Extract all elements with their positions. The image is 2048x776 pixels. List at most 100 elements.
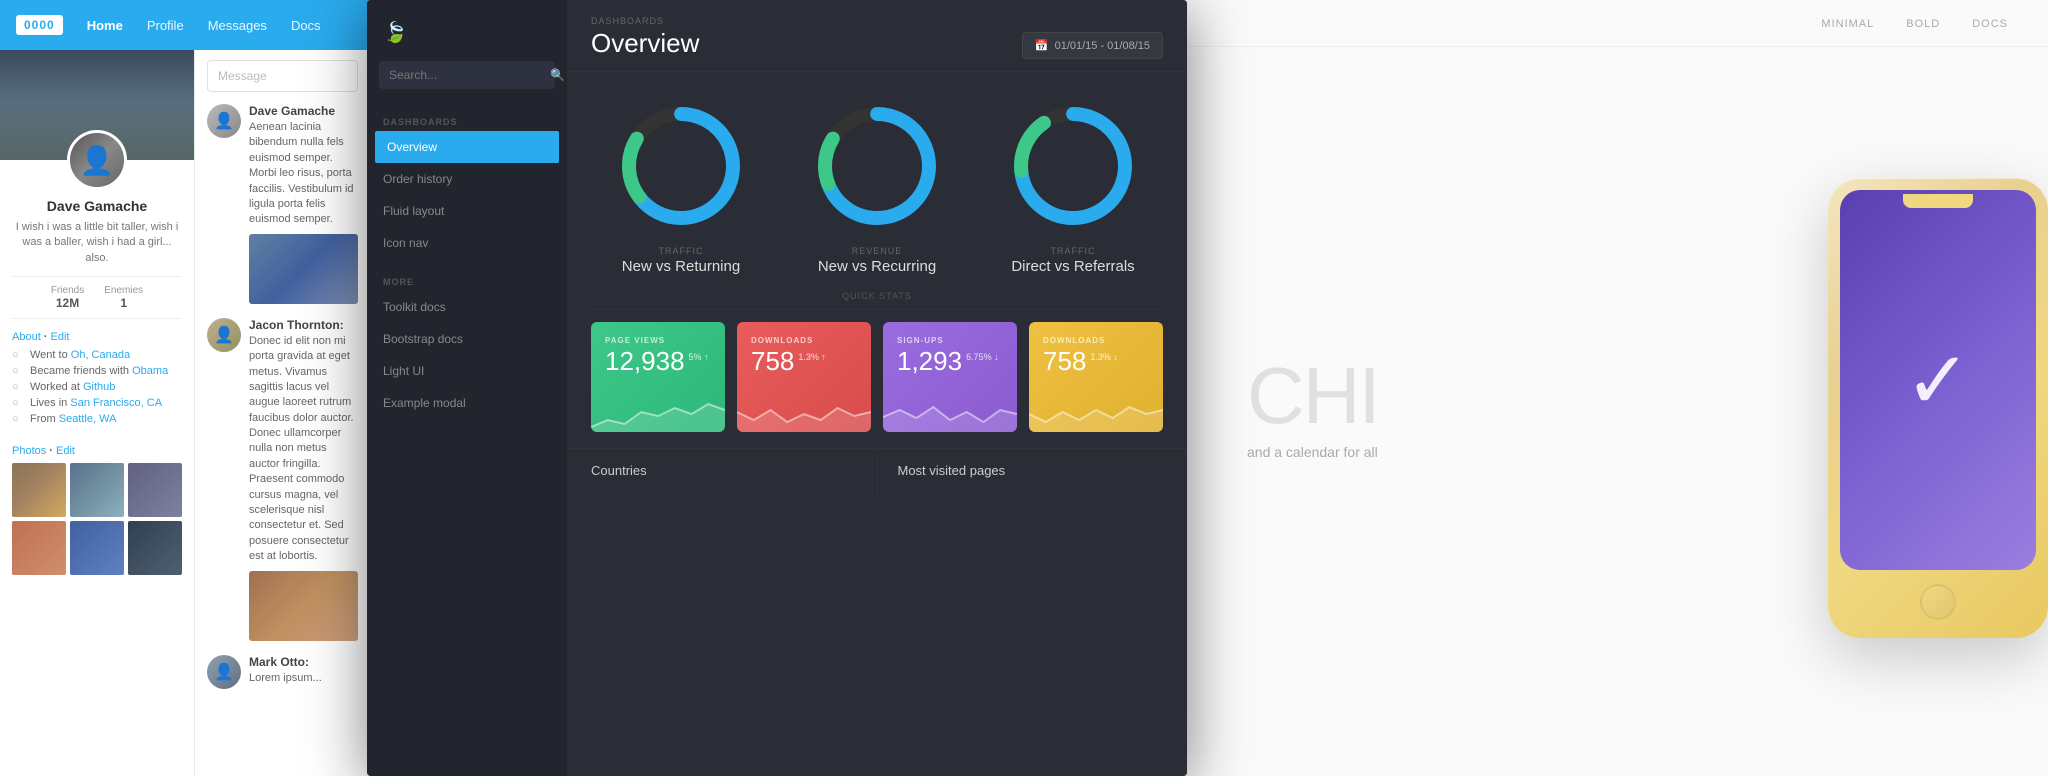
feed-text-jacon: Donec id elit non mi porta gravida at eg… — [249, 334, 358, 565]
date-range-button[interactable]: 📅 01/01/15 - 01/08/15 — [1022, 32, 1163, 59]
photo-3[interactable] — [128, 463, 182, 517]
left-panel: 0000 Home Profile Messages Docs 👤 Dave G… — [0, 0, 370, 776]
search-icon: 🔍 — [550, 68, 565, 82]
nav-bootstrap-docs[interactable]: Bootstrap docs — [367, 323, 567, 355]
nav-icon-nav[interactable]: Icon nav — [367, 227, 567, 259]
feed-avatar-mark: 👤 — [207, 655, 241, 689]
photos-grid — [12, 463, 182, 575]
nav-docs[interactable]: DOCS — [1972, 18, 2008, 30]
feed-image-jacon — [249, 571, 358, 641]
breadcrumb: DASHBOARDS — [591, 16, 699, 26]
nav-order-history[interactable]: Order history — [367, 163, 567, 195]
downloads-red-label: DOWNLOADS — [751, 336, 857, 345]
search-input[interactable] — [389, 68, 544, 82]
nav-minimal[interactable]: MINIMAL — [1821, 18, 1874, 30]
map-icon: ○ — [12, 413, 24, 425]
nav-section-title-dashboards: DASHBOARDS — [367, 111, 567, 131]
nav-docs[interactable]: Docs — [291, 18, 321, 33]
feed-name-mark: Mark Otto: — [249, 655, 358, 669]
stat-card-page-views: PAGE VIEWS 12,9385% ↑ — [591, 322, 725, 432]
about-item-github: ○ Worked at Github — [12, 381, 182, 393]
phone-mockup: ✓ — [1788, 178, 2048, 678]
nav-bold[interactable]: BOLD — [1906, 18, 1940, 30]
friends-label: Friends — [51, 285, 84, 296]
photos-edit[interactable]: Edit — [56, 445, 75, 457]
nav-section-more: MORE Toolkit docs Bootstrap docs Light U… — [367, 265, 567, 425]
nav-profile[interactable]: Profile — [147, 18, 184, 33]
feed-content-jacon: Jacon Thornton: Donec id elit non mi por… — [249, 318, 358, 641]
charts-row: Traffic New vs Returning Revenue New vs … — [567, 72, 1187, 291]
stat-card-signups: SIGN-UPS 1,2936.75% ↓ — [883, 322, 1017, 432]
phone-home-button[interactable] — [1920, 584, 1956, 620]
countries-title: Countries — [591, 463, 857, 478]
nav-messages[interactable]: Messages — [208, 18, 267, 33]
leaf-icon: 🍃 — [383, 20, 408, 45]
left-nav: 0000 Home Profile Messages Docs — [0, 0, 370, 50]
profile-feed: Message 👤 Dave Gamache Aenean lacinia bi… — [195, 50, 370, 776]
signups-change: 6.75% ↓ — [966, 352, 999, 362]
countries-section: Countries — [591, 449, 857, 500]
right-nav: MINIMAL BOLD DOCS — [1187, 0, 2048, 47]
profile-left: 👤 Dave Gamache I wish i was a little bit… — [0, 50, 195, 776]
enemies-stat: Enemies 1 — [104, 285, 143, 310]
phone-screen: ✓ — [1840, 190, 2036, 570]
chart-revenue-new-recurring: Revenue New vs Recurring — [807, 96, 947, 275]
photo-2[interactable] — [70, 463, 124, 517]
page-views-value: 12,9385% ↑ — [605, 347, 711, 376]
checkmark-icon: ✓ — [1904, 334, 1971, 427]
signups-label: SIGN-UPS — [897, 336, 1003, 345]
bottom-row: Countries Most visited pages — [567, 448, 1187, 500]
nav-example-modal[interactable]: Example modal — [367, 387, 567, 419]
phone-screen-inner: ✓ — [1840, 190, 2036, 570]
stat-card-downloads-yellow: DOWNLOADS 7581.3% ↓ — [1029, 322, 1163, 432]
chart-2-type: Revenue — [852, 246, 903, 256]
photo-4[interactable] — [12, 521, 66, 575]
photos-title: Photos · Edit — [12, 445, 182, 457]
photo-6[interactable] — [128, 521, 182, 575]
chart-3-type: Traffic — [1051, 246, 1096, 256]
date-range-text: 01/01/15 - 01/08/15 — [1055, 40, 1150, 52]
quick-stats-row: PAGE VIEWS 12,9385% ↑ DOWNLOADS 7581.3% … — [567, 310, 1187, 448]
feed-name-dave: Dave Gamache — [249, 104, 358, 118]
nav-fluid-layout[interactable]: Fluid layout — [367, 195, 567, 227]
page-views-trend — [591, 392, 725, 432]
downloads-yellow-trend — [1029, 392, 1163, 432]
dashboard-main: DASHBOARDS Overview 📅 01/01/15 - 01/08/1… — [567, 0, 1187, 776]
feed-item-jacon: 👤 Jacon Thornton: Donec id elit non mi p… — [207, 318, 358, 641]
about-edit[interactable]: Edit — [51, 331, 70, 343]
dashboard-sidebar: 🍃 🔍 DASHBOARDS Overview Order history Fl… — [367, 0, 567, 776]
downloads-yellow-change: 1.3% ↓ — [1090, 352, 1118, 362]
avatar: 👤 — [67, 130, 127, 190]
most-visited-section: Most visited pages — [877, 449, 1164, 500]
nav-home[interactable]: Home — [87, 18, 123, 33]
phone-notch — [1903, 194, 1973, 208]
logo[interactable]: 0000 — [16, 15, 63, 35]
profile-about: About · Edit ○ Went to Oh, Canada ○ Beca… — [0, 323, 194, 437]
dash-search: 🔍 — [367, 61, 567, 105]
feed-item-mark: 👤 Mark Otto: Lorem ipsum... — [207, 655, 358, 689]
photo-1[interactable] — [12, 463, 66, 517]
search-box[interactable]: 🔍 — [379, 61, 555, 89]
nav-overview[interactable]: Overview — [375, 131, 559, 163]
home-icon: ○ — [12, 397, 24, 409]
page-title: Overview — [591, 28, 699, 59]
enemies-label: Enemies — [104, 285, 143, 296]
downloads-red-value: 7581.3% ↑ — [751, 347, 857, 376]
dash-header: DASHBOARDS Overview 📅 01/01/15 - 01/08/1… — [567, 0, 1187, 72]
feed-text-dave: Aenean lacinia bibendum nulla fels euism… — [249, 120, 358, 228]
donut-3 — [1003, 96, 1143, 236]
nav-toolkit-docs[interactable]: Toolkit docs — [367, 291, 567, 323]
friends-icon: ○ — [12, 365, 24, 377]
feed-content-dave: Dave Gamache Aenean lacinia bibendum nul… — [249, 104, 358, 304]
photo-5[interactable] — [70, 521, 124, 575]
nav-section-title-more: MORE — [367, 271, 567, 291]
donut-svg-2 — [807, 96, 947, 236]
nav-light-ui[interactable]: Light UI — [367, 355, 567, 387]
right-heading: CHI — [1247, 356, 1728, 436]
chart-traffic-new-returning: Traffic New vs Returning — [611, 96, 751, 275]
message-input[interactable]: Message — [207, 60, 358, 92]
downloads-yellow-label: DOWNLOADS — [1043, 336, 1149, 345]
chart-2-title: New vs Recurring — [818, 258, 936, 275]
about-item-seattle: ○ From Seattle, WA — [12, 413, 182, 425]
dashboard-panel: 🍃 🔍 DASHBOARDS Overview Order history Fl… — [367, 0, 1187, 776]
